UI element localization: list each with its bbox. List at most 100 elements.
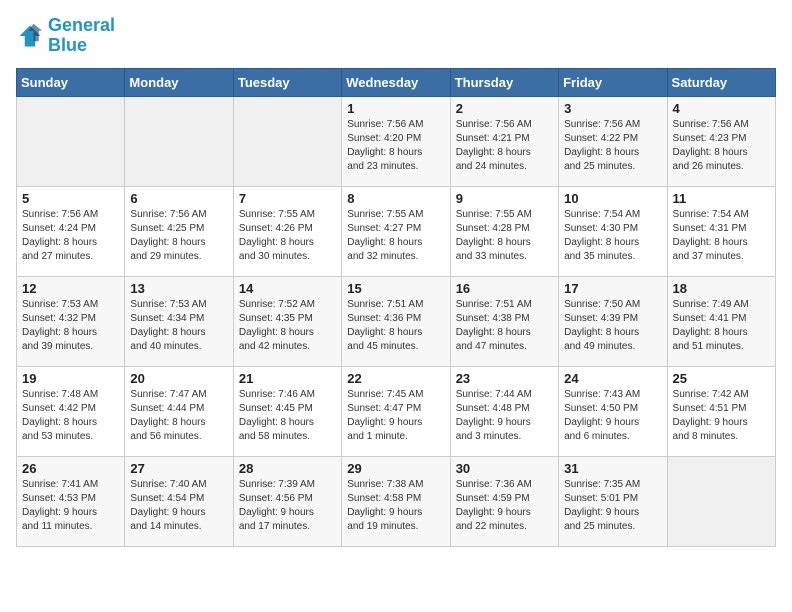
day-detail: Sunrise: 7:53 AM Sunset: 4:32 PM Dayligh…: [22, 298, 119, 354]
calendar-cell: [17, 96, 125, 186]
calendar-cell: 19 Sunrise: 7:48 AM Sunset: 4:42 PM Dayli…: [17, 366, 125, 456]
calendar-cell: 28Sunrise: 7:39 AM Sunset: 4:56 PM Dayli…: [233, 456, 341, 546]
day-of-week-header: Thursday: [450, 68, 558, 96]
calendar-cell: 26 Sunrise: 7:41 AM Sunset: 4:53 PM Dayli…: [17, 456, 125, 546]
page-header: General Blue: [16, 16, 776, 56]
calendar-cell: 2Sunrise: 7:56 AM Sunset: 4:21 PM Daylig…: [450, 96, 558, 186]
day-detail: Sunrise: 7:38 AM Sunset: 4:58 PM Dayligh…: [347, 478, 444, 534]
day-of-week-header: Sunday: [17, 68, 125, 96]
calendar-header: SundayMondayTuesdayWednesdayThursdayFrid…: [17, 68, 776, 96]
day-number: 17: [564, 281, 661, 296]
calendar-cell: 30 Sunrise: 7:36 AM Sunset: 4:59 PM Dayli…: [450, 456, 558, 546]
calendar-cell: 20 Sunrise: 7:47 AM Sunset: 4:44 PM Dayli…: [125, 366, 233, 456]
day-detail: Sunrise: 7:55 AM Sunset: 4:27 PM Dayligh…: [347, 208, 444, 264]
day-number: 29: [347, 461, 444, 476]
day-number: 20: [130, 371, 227, 386]
day-detail: Sunrise: 7:54 AM Sunset: 4:30 PM Dayligh…: [564, 208, 661, 264]
calendar-week-row: 26 Sunrise: 7:41 AM Sunset: 4:53 PM Dayli…: [17, 456, 776, 546]
day-detail: Sunrise: 7:47 AM Sunset: 4:44 PM Dayligh…: [130, 388, 227, 444]
calendar-cell: 29 Sunrise: 7:38 AM Sunset: 4:58 PM Dayli…: [342, 456, 450, 546]
day-number: 3: [564, 101, 661, 116]
day-detail: Sunrise: 7:51 AM Sunset: 4:38 PM Dayligh…: [456, 298, 553, 354]
day-number: 11: [673, 191, 770, 206]
day-detail: Sunrise: 7:40 AM Sunset: 4:54 PM Dayligh…: [130, 478, 227, 534]
logo-icon: [16, 22, 44, 50]
day-detail: Sunrise: 7:48 AM Sunset: 4:42 PM Dayligh…: [22, 388, 119, 444]
logo: General Blue: [16, 16, 115, 56]
calendar-cell: [233, 96, 341, 186]
calendar-table: SundayMondayTuesdayWednesdayThursdayFrid…: [16, 68, 776, 547]
calendar-cell: 10 Sunrise: 7:54 AM Sunset: 4:30 PM Dayli…: [559, 186, 667, 276]
calendar-cell: 22 Sunrise: 7:45 AM Sunset: 4:47 PM Dayli…: [342, 366, 450, 456]
day-detail: Sunrise: 7:52 AM Sunset: 4:35 PM Dayligh…: [239, 298, 336, 354]
calendar-cell: 11 Sunrise: 7:54 AM Sunset: 4:31 PM Dayli…: [667, 186, 775, 276]
calendar-week-row: 19 Sunrise: 7:48 AM Sunset: 4:42 PM Dayli…: [17, 366, 776, 456]
day-number: 5: [22, 191, 119, 206]
calendar-week-row: 1 Sunrise: 7:56 AM Sunset: 4:20 PM Daylig…: [17, 96, 776, 186]
day-detail: Sunrise: 7:42 AM Sunset: 4:51 PM Dayligh…: [673, 388, 770, 444]
day-detail: Sunrise: 7:56 AM Sunset: 4:25 PM Dayligh…: [130, 208, 227, 264]
day-of-week-header: Friday: [559, 68, 667, 96]
day-of-week-header: Wednesday: [342, 68, 450, 96]
day-detail: Sunrise: 7:41 AM Sunset: 4:53 PM Dayligh…: [22, 478, 119, 534]
day-number: 26: [22, 461, 119, 476]
day-detail: Sunrise: 7:55 AM Sunset: 4:26 PM Dayligh…: [239, 208, 336, 264]
calendar-cell: 4 Sunrise: 7:56 AM Sunset: 4:23 PM Daylig…: [667, 96, 775, 186]
day-of-week-header: Saturday: [667, 68, 775, 96]
calendar-cell: 13 Sunrise: 7:53 AM Sunset: 4:34 PM Dayli…: [125, 276, 233, 366]
day-number: 30: [456, 461, 553, 476]
calendar-cell: [125, 96, 233, 186]
day-number: 15: [347, 281, 444, 296]
day-detail: Sunrise: 7:43 AM Sunset: 4:50 PM Dayligh…: [564, 388, 661, 444]
calendar-cell: 3 Sunrise: 7:56 AM Sunset: 4:22 PM Daylig…: [559, 96, 667, 186]
day-number: 25: [673, 371, 770, 386]
day-number: 9: [456, 191, 553, 206]
day-number: 28: [239, 461, 336, 476]
logo-text: General Blue: [48, 16, 115, 56]
day-detail: Sunrise: 7:56 AM Sunset: 4:21 PM Dayligh…: [456, 118, 553, 174]
day-number: 10: [564, 191, 661, 206]
day-number: 19: [22, 371, 119, 386]
day-number: 21: [239, 371, 336, 386]
day-number: 6: [130, 191, 227, 206]
calendar-cell: 24 Sunrise: 7:43 AM Sunset: 4:50 PM Dayli…: [559, 366, 667, 456]
day-detail: Sunrise: 7:56 AM Sunset: 4:23 PM Dayligh…: [673, 118, 770, 174]
day-detail: Sunrise: 7:54 AM Sunset: 4:31 PM Dayligh…: [673, 208, 770, 264]
day-number: 16: [456, 281, 553, 296]
day-detail: Sunrise: 7:50 AM Sunset: 4:39 PM Dayligh…: [564, 298, 661, 354]
day-detail: Sunrise: 7:53 AM Sunset: 4:34 PM Dayligh…: [130, 298, 227, 354]
day-detail: Sunrise: 7:56 AM Sunset: 4:20 PM Dayligh…: [347, 118, 444, 174]
calendar-cell: [667, 456, 775, 546]
calendar-cell: 14 Sunrise: 7:52 AM Sunset: 4:35 PM Dayli…: [233, 276, 341, 366]
calendar-cell: 16 Sunrise: 7:51 AM Sunset: 4:38 PM Dayli…: [450, 276, 558, 366]
calendar-cell: 9 Sunrise: 7:55 AM Sunset: 4:28 PM Daylig…: [450, 186, 558, 276]
day-detail: Sunrise: 7:55 AM Sunset: 4:28 PM Dayligh…: [456, 208, 553, 264]
day-detail: Sunrise: 7:36 AM Sunset: 4:59 PM Dayligh…: [456, 478, 553, 534]
calendar-cell: 1 Sunrise: 7:56 AM Sunset: 4:20 PM Daylig…: [342, 96, 450, 186]
day-of-week-header: Monday: [125, 68, 233, 96]
day-number: 18: [673, 281, 770, 296]
calendar-cell: 15 Sunrise: 7:51 AM Sunset: 4:36 PM Dayli…: [342, 276, 450, 366]
day-number: 13: [130, 281, 227, 296]
day-number: 14: [239, 281, 336, 296]
day-number: 4: [673, 101, 770, 116]
calendar-cell: 25 Sunrise: 7:42 AM Sunset: 4:51 PM Dayli…: [667, 366, 775, 456]
day-number: 31: [564, 461, 661, 476]
day-detail: Sunrise: 7:56 AM Sunset: 4:22 PM Dayligh…: [564, 118, 661, 174]
day-number: 7: [239, 191, 336, 206]
day-number: 24: [564, 371, 661, 386]
day-detail: Sunrise: 7:49 AM Sunset: 4:41 PM Dayligh…: [673, 298, 770, 354]
calendar-cell: 31 Sunrise: 7:35 AM Sunset: 5:01 PM Dayli…: [559, 456, 667, 546]
day-number: 1: [347, 101, 444, 116]
day-detail: Sunrise: 7:51 AM Sunset: 4:36 PM Dayligh…: [347, 298, 444, 354]
day-number: 22: [347, 371, 444, 386]
calendar-week-row: 5Sunrise: 7:56 AM Sunset: 4:24 PM Daylig…: [17, 186, 776, 276]
calendar-cell: 7 Sunrise: 7:55 AM Sunset: 4:26 PM Daylig…: [233, 186, 341, 276]
day-detail: Sunrise: 7:45 AM Sunset: 4:47 PM Dayligh…: [347, 388, 444, 444]
day-number: 23: [456, 371, 553, 386]
day-number: 12: [22, 281, 119, 296]
calendar-cell: 27Sunrise: 7:40 AM Sunset: 4:54 PM Dayli…: [125, 456, 233, 546]
calendar-cell: 5Sunrise: 7:56 AM Sunset: 4:24 PM Daylig…: [17, 186, 125, 276]
day-detail: Sunrise: 7:35 AM Sunset: 5:01 PM Dayligh…: [564, 478, 661, 534]
day-number: 8: [347, 191, 444, 206]
